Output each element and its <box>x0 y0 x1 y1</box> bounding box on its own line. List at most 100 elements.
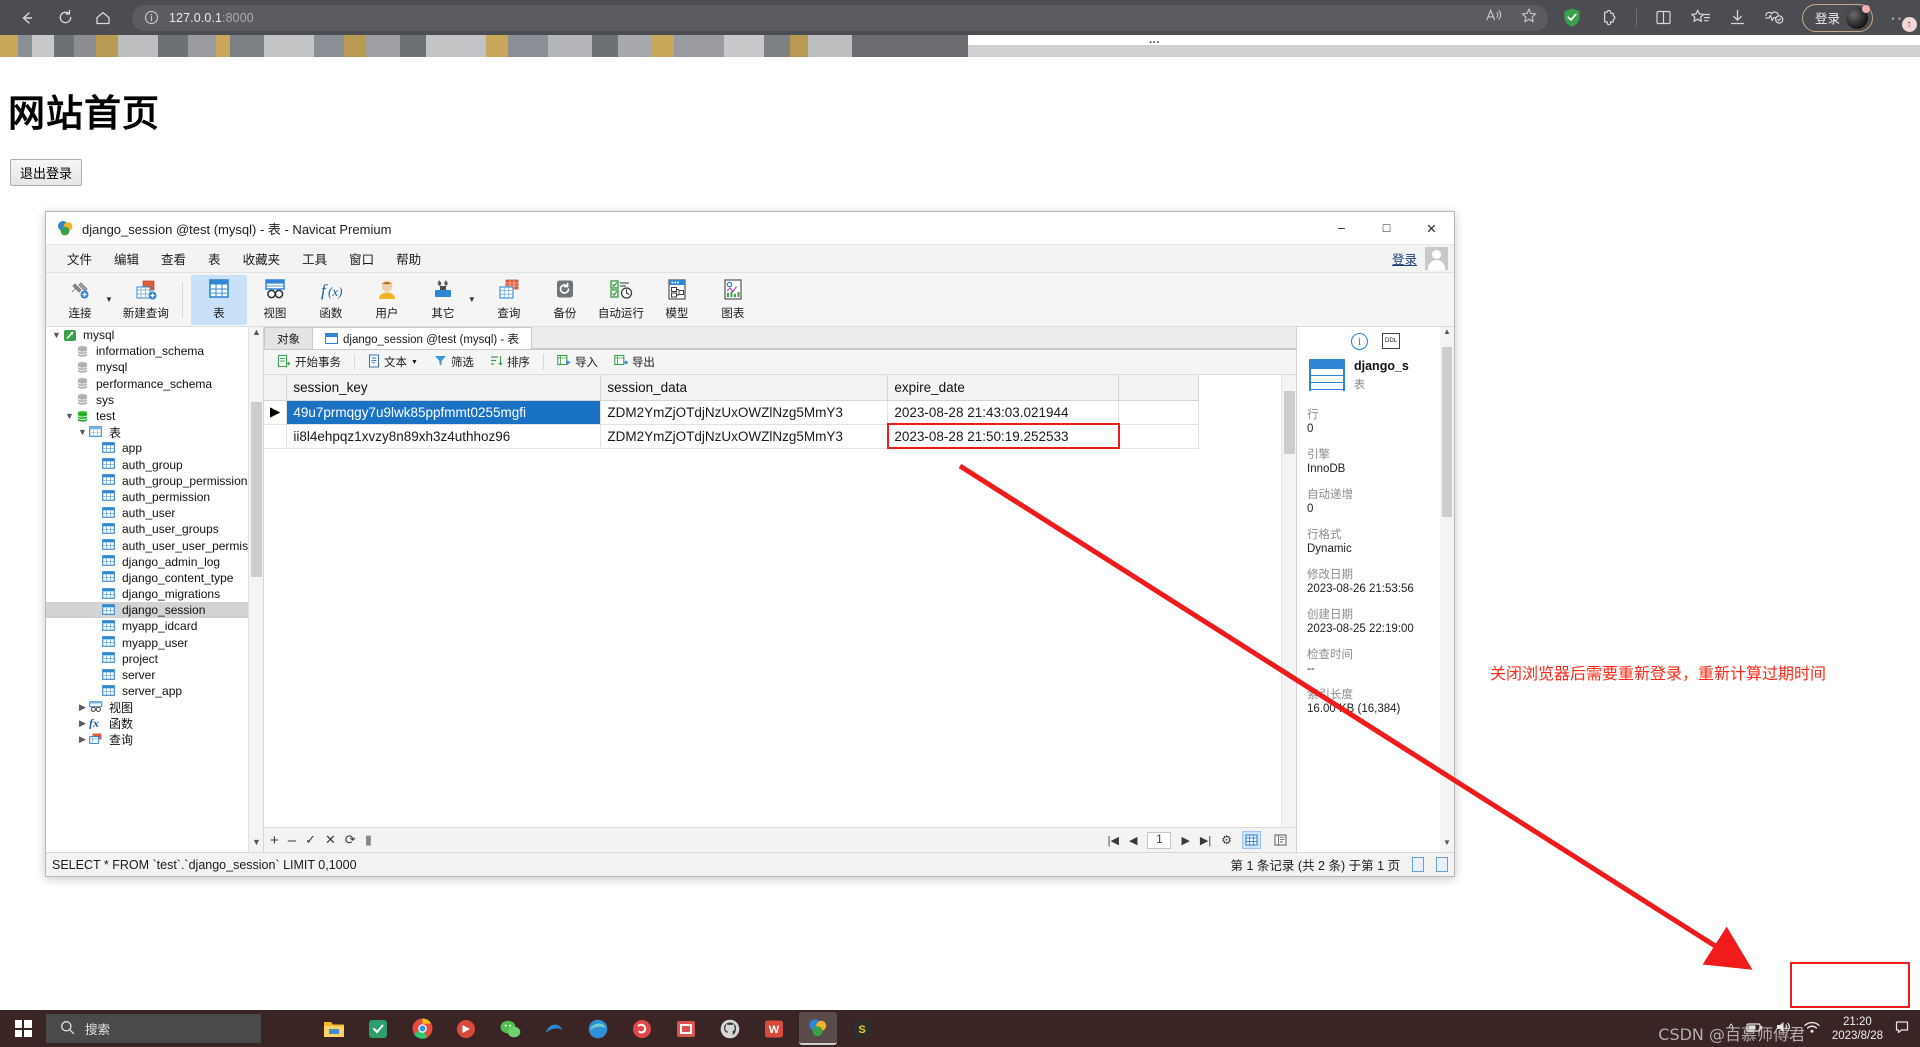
ddl-icon[interactable]: DDL <box>1382 333 1400 349</box>
toolbar-function[interactable]: f (x) 函数 <box>303 275 359 325</box>
navicat-user-avatar-icon[interactable] <box>1425 247 1448 270</box>
star-icon[interactable] <box>1520 7 1538 29</box>
first-page-button[interactable]: |◀ <box>1108 834 1119 847</box>
tree-twisty-icon[interactable]: ▼ <box>63 411 76 421</box>
browser-essentials-icon[interactable] <box>1764 8 1785 27</box>
back-arrow-icon[interactable] <box>10 4 44 32</box>
tree-item[interactable]: auth_group_permissions <box>46 473 263 489</box>
wechat-icon[interactable] <box>491 1012 529 1045</box>
search-input[interactable]: 搜索 <box>46 1014 261 1043</box>
import-button[interactable]: 导入 <box>551 352 604 372</box>
site-info-icon[interactable] <box>144 10 159 25</box>
grid-cell[interactable]: ii8l4ehpqz1xvzy8n89xh3z4uthhoz96 <box>286 424 602 449</box>
tree-item[interactable]: ▼ 表 <box>46 424 263 440</box>
tree-item-selected[interactable]: django_session <box>46 602 263 619</box>
menu-tools[interactable]: 工具 <box>291 246 338 271</box>
app-blue-icon[interactable] <box>535 1012 573 1045</box>
tree-scroll-up-icon[interactable]: ▲ <box>249 327 263 342</box>
toolbar-others-caret-icon[interactable]: ▼ <box>468 295 476 304</box>
collections-icon[interactable] <box>1690 8 1711 27</box>
tree-twisty-icon[interactable]: ▶ <box>76 702 89 713</box>
split-screen-icon[interactable] <box>1654 8 1673 27</box>
tree-item[interactable]: server <box>46 667 263 683</box>
apply-change-button[interactable]: ✓ <box>305 832 316 848</box>
grid-cell[interactable]: 2023-08-28 21:43:03.021944 <box>887 400 1120 425</box>
text-button[interactable]: 文本 ▼ <box>362 352 424 373</box>
column-header[interactable]: session_key <box>286 375 602 401</box>
text-caret-icon[interactable]: ▼ <box>411 359 418 366</box>
toolbar-table[interactable]: 表 <box>190 274 247 325</box>
tree-item[interactable]: django_admin_log <box>46 554 263 570</box>
info-scrollbar[interactable]: ▲ ▼ <box>1440 327 1454 852</box>
data-grid-table[interactable]: session_key session_data expire_date ▶ 49u7p… <box>264 375 1200 449</box>
tree-item[interactable]: auth_user_groups <box>46 521 263 537</box>
tab-django-session[interactable]: django_session @test (mysql) - 表 <box>312 327 532 349</box>
maximize-button[interactable]: □ <box>1364 212 1409 245</box>
data-grid[interactable]: session_key session_data expire_date ▶ 49u7p… <box>264 375 1296 827</box>
settings-gear-icon[interactable]: ⚙ <box>1221 833 1232 847</box>
sort-button[interactable]: 排序 <box>484 352 536 372</box>
toolbar-new-query[interactable]: 新建查询 <box>118 275 174 325</box>
form-view-icon[interactable] <box>1271 831 1290 849</box>
github-icon[interactable] <box>711 1012 749 1045</box>
tree-item[interactable]: myapp_idcard <box>46 618 263 634</box>
minimize-button[interactable]: – <box>1319 212 1364 245</box>
tree-item[interactable]: ▼ test <box>46 408 263 424</box>
tree-item[interactable]: django_content_type <box>46 570 263 586</box>
app-orange-icon[interactable] <box>667 1012 705 1045</box>
downloads-icon[interactable] <box>1728 8 1747 27</box>
toolbar-others[interactable]: 其它 <box>415 275 471 325</box>
table-row[interactable]: ▶ 49u7prmqgy7u9lwk85ppfmmt0255mgfi ZDM2YmZ… <box>264 400 1200 425</box>
close-button[interactable]: ✕ <box>1409 212 1454 245</box>
grid-cell[interactable]: ZDM2YmZjOTdjNzUxOWZlNzg5MmY3 <box>600 400 889 425</box>
tree-twisty-icon[interactable]: ▼ <box>50 330 63 340</box>
grid-cell[interactable]: 49u7prmqgy7u9lwk85ppfmmt0255mgfi <box>286 400 602 425</box>
tree-item[interactable]: django_migrations <box>46 586 263 602</box>
menu-favorites[interactable]: 收藏夹 <box>232 246 292 271</box>
toolbar-connection[interactable]: 连接 <box>52 275 108 325</box>
next-page-button[interactable]: ▶ <box>1181 834 1189 847</box>
wps-icon[interactable]: W <box>755 1012 793 1045</box>
wifi-icon[interactable] <box>1803 1020 1821 1037</box>
row-marker[interactable] <box>264 424 288 449</box>
toolbar-user[interactable]: 用户 <box>359 275 415 325</box>
app-green-icon[interactable] <box>359 1012 397 1045</box>
last-page-button[interactable]: ▶| <box>1200 834 1211 847</box>
edge-icon[interactable] <box>579 1012 617 1045</box>
tree-twisty-icon[interactable]: ▶ <box>76 734 89 745</box>
menu-edit[interactable]: 编辑 <box>103 246 150 271</box>
column-header[interactable]: session_data <box>600 375 889 401</box>
delete-record-button[interactable]: – <box>288 832 296 849</box>
toolbar-view[interactable]: 视图 <box>247 275 303 325</box>
tree-twisty-icon[interactable]: ▼ <box>76 427 89 437</box>
object-tree-sidebar[interactable]: ▼ mysql information_schema mysql performance… <box>46 327 264 852</box>
menu-help[interactable]: 帮助 <box>385 246 432 271</box>
menu-file[interactable]: 文件 <box>56 246 103 271</box>
add-record-button[interactable]: + <box>270 832 279 849</box>
tree-item[interactable]: auth_user_user_permissions <box>46 537 263 553</box>
avatar[interactable] <box>1846 4 1871 29</box>
toolbar-backup[interactable]: 备份 <box>537 275 593 325</box>
notification-icon[interactable] <box>1894 1020 1910 1037</box>
navicat-icon[interactable] <box>799 1012 837 1045</box>
info-scroll-thumb[interactable] <box>1442 347 1452 517</box>
chrome-icon[interactable] <box>403 1012 441 1045</box>
grid-cell[interactable]: 2023-08-28 21:50:19.252533 <box>886 423 1120 449</box>
tree-scroll-down-icon[interactable]: ▼ <box>249 837 263 852</box>
tab-objects[interactable]: 对象 <box>264 327 313 349</box>
tree-item[interactable]: ▼ mysql <box>46 327 263 343</box>
grid-cell[interactable]: ZDM2YmZjOTdjNzUxOWZlNzg5MmY3 <box>600 424 889 449</box>
toolbar-connection-caret-icon[interactable]: ▼ <box>105 295 113 304</box>
toolbar-automation[interactable]: 自动运行 <box>593 275 649 325</box>
grid-scrollbar[interactable] <box>1281 375 1296 827</box>
tree-item[interactable]: performance_schema <box>46 376 263 392</box>
tree-item[interactable]: ▶ 查询 <box>46 732 263 748</box>
browser-more-icon[interactable]: ··· ↑ <box>1890 8 1917 32</box>
app-red-icon[interactable] <box>447 1012 485 1045</box>
app-pink-icon[interactable] <box>623 1012 661 1045</box>
tree-item[interactable]: auth_permission <box>46 489 263 505</box>
prev-page-button[interactable]: ◀ <box>1129 834 1137 847</box>
tree-item[interactable]: mysql <box>46 359 263 375</box>
info-scroll-up-icon[interactable]: ▲ <box>1440 327 1454 341</box>
home-icon[interactable] <box>86 4 120 32</box>
